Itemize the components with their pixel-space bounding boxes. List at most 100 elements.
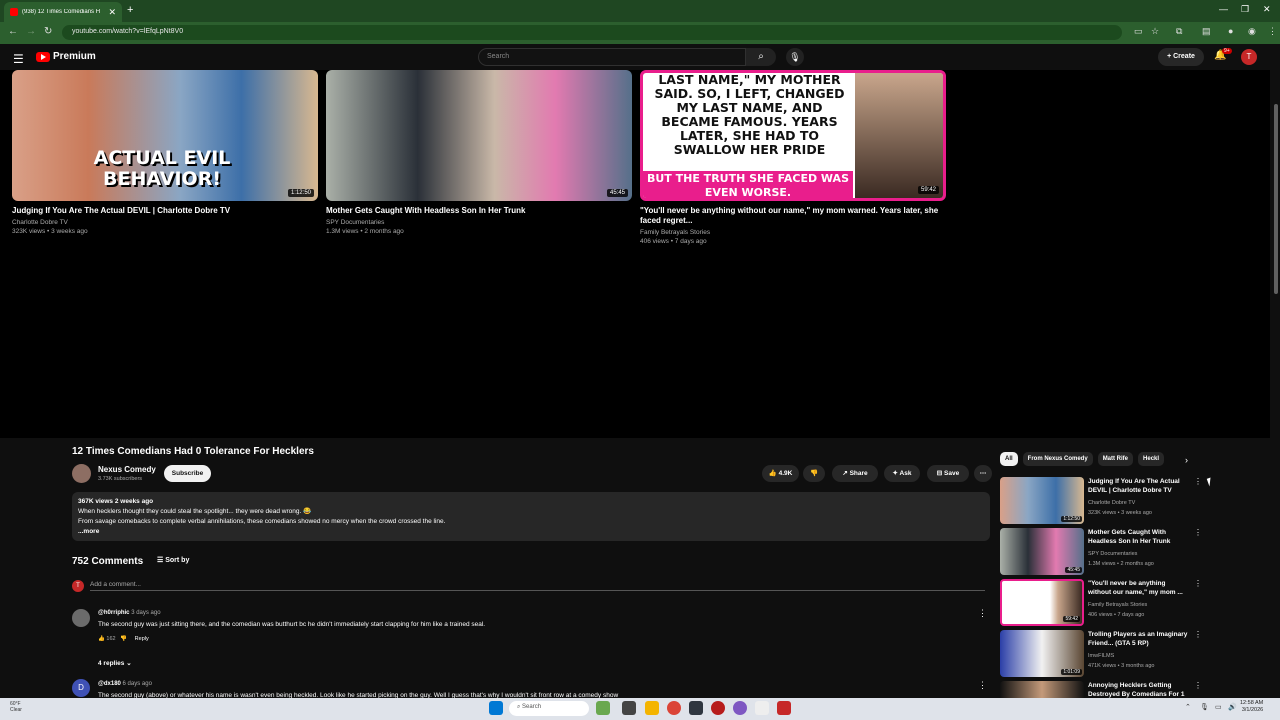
forward-icon[interactable]: → — [26, 26, 36, 37]
recommendation-menu-icon[interactable]: ⋮ — [1194, 681, 1200, 690]
commenter-avatar[interactable] — [72, 609, 90, 627]
account-avatar[interactable]: T — [1241, 49, 1257, 65]
channel-name[interactable]: Nexus Comedy — [98, 465, 156, 474]
weather-widget[interactable]: 60°F Clear — [10, 701, 22, 713]
more-actions-button[interactable]: ⋯ — [974, 465, 992, 482]
create-button[interactable]: + Create — [1158, 48, 1204, 66]
app-icon[interactable] — [689, 701, 703, 715]
taskbar-clock[interactable]: 12:58 AM 3/1/2026 — [1240, 700, 1263, 714]
profile-avatar-icon[interactable]: ◉ — [1248, 26, 1256, 37]
search-input[interactable]: Search — [478, 48, 746, 66]
windows-start-icon[interactable] — [489, 701, 503, 715]
endscreen-channel[interactable]: Family Betrayals Stories — [640, 228, 710, 237]
recommendation-thumbnail[interactable] — [1000, 681, 1084, 698]
commenter-avatar[interactable]: D — [72, 679, 90, 697]
browser-menu-icon[interactable]: ⋮ — [1268, 26, 1277, 37]
recommendation-channel[interactable]: Family Betrayals Stories — [1088, 600, 1188, 610]
add-comment-input[interactable]: Add a comment... — [90, 581, 985, 591]
reload-icon[interactable]: ↻ — [44, 26, 52, 37]
chrome-icon[interactable] — [667, 701, 681, 715]
endscreen-channel[interactable]: SPY Documentaries — [326, 218, 384, 227]
app-icon[interactable] — [711, 701, 725, 715]
task-view-icon[interactable] — [622, 701, 636, 715]
browser-tab[interactable]: (938) 12 Times Comedians H ✕ — [4, 2, 122, 22]
back-icon[interactable]: ← — [8, 26, 18, 37]
recommendation-title[interactable]: "You'll never be anything without our na… — [1088, 579, 1188, 597]
recommendation-channel[interactable]: SPY Documentaries — [1088, 549, 1188, 559]
close-window-button[interactable]: ✕ — [1263, 4, 1271, 15]
share-button[interactable]: ↗ Share — [832, 465, 878, 482]
maximize-button[interactable]: ❐ — [1241, 4, 1249, 15]
comment-reply-button[interactable]: Reply — [135, 636, 149, 642]
volume-icon[interactable]: 🔊 — [1228, 703, 1237, 711]
tray-chevron-icon[interactable]: ⌃ — [1185, 703, 1191, 711]
like-button[interactable]: 👍 4.9K — [762, 465, 799, 482]
file-explorer-icon[interactable] — [645, 701, 659, 715]
bookmark-star-icon[interactable]: ☆ — [1151, 26, 1159, 37]
recommendation-title[interactable]: Trolling Players as an Imaginary Friend.… — [1088, 630, 1188, 648]
description-box[interactable]: 367K views 2 weeks ago When hecklers tho… — [72, 492, 990, 541]
endscreen-channel[interactable]: Charlotte Dobre TV — [12, 218, 68, 227]
profile-icon[interactable]: ● — [1228, 26, 1233, 36]
recommendation-channel[interactable]: Charlotte Dobre TV — [1088, 498, 1188, 508]
chip-from-channel[interactable]: From Nexus Comedy — [1022, 452, 1093, 466]
chip-all[interactable]: All — [1000, 452, 1018, 466]
recommendation-title[interactable]: Mother Gets Caught With Headless Son In … — [1088, 528, 1188, 546]
comment-author[interactable]: @dx180 6 days ago — [98, 681, 152, 687]
recommendation-thumbnail[interactable]: 45:45 — [1000, 528, 1084, 575]
recommendation-item[interactable]: Annoying Hecklers Getting Destroyed By C… — [1000, 681, 1200, 698]
recommendation-channel[interactable]: ImwFILMS — [1088, 651, 1188, 661]
dislike-button[interactable]: 👎 — [803, 465, 825, 482]
recommendation-menu-icon[interactable]: ⋮ — [1194, 630, 1202, 639]
recommendation-thumbnail[interactable]: 1:01:09 — [1000, 630, 1084, 677]
recommendation-thumbnail[interactable]: 1:12:50 — [1000, 477, 1084, 524]
address-bar[interactable]: youtube.com/watch?v=lEfqLpNt8V0 — [62, 25, 1122, 40]
comment-author[interactable]: @h0rriphic 3 days ago — [98, 610, 161, 616]
recommendation-item[interactable]: 1:12:50 Judging If You Are The Actual DE… — [1000, 477, 1202, 525]
recommendation-menu-icon[interactable]: ⋮ — [1194, 477, 1202, 486]
voice-search-button[interactable]: 🎙 — [786, 48, 804, 66]
cast-icon[interactable]: ▭ — [1134, 26, 1143, 37]
recommendation-item[interactable]: 1:01:09 Trolling Players as an Imaginary… — [1000, 630, 1202, 678]
recommendation-item[interactable]: 59:42 "You'll never be anything without … — [1000, 579, 1202, 627]
tab-close-icon[interactable]: ✕ — [108, 7, 116, 18]
app-icon[interactable] — [733, 701, 747, 715]
new-tab-button[interactable]: + — [127, 4, 133, 16]
mic-tray-icon[interactable]: 🎙 — [1200, 703, 1209, 711]
endscreen-title[interactable]: Mother Gets Caught With Headless Son In … — [326, 206, 632, 216]
comment-menu-icon[interactable]: ⋮ — [978, 608, 987, 619]
sidepanel-icon[interactable]: ▤ — [1202, 26, 1211, 37]
endscreen-title[interactable]: Judging If You Are The Actual DEVIL | Ch… — [12, 206, 318, 216]
network-icon[interactable]: ▭ — [1215, 703, 1222, 711]
chip-hecklers[interactable]: Heckl — [1138, 452, 1165, 466]
recommendation-thumbnail[interactable]: 59:42 — [1000, 579, 1084, 626]
menu-hamburger-icon[interactable]: ☰ — [13, 52, 24, 66]
recommendation-title[interactable]: Judging If You Are The Actual DEVIL | Ch… — [1088, 477, 1188, 495]
view-replies-button[interactable]: 4 replies ⌄ — [98, 659, 132, 667]
save-button[interactable]: ⊟ Save — [927, 465, 969, 482]
endscreen-thumbnail[interactable]: LAST NAME," MY MOTHER SAID. SO, I LEFT, … — [640, 70, 946, 201]
recommendation-menu-icon[interactable]: ⋮ — [1194, 579, 1202, 588]
youtube-logo[interactable]: Premium — [36, 51, 96, 62]
ask-button[interactable]: ✦ Ask — [884, 465, 920, 482]
search-button[interactable]: ⌕ — [746, 48, 776, 66]
extensions-icon[interactable]: ⧉ — [1176, 26, 1182, 37]
comment-like-icon[interactable]: 👍 — [98, 636, 105, 642]
taskbar-search[interactable]: ⌕ Search — [509, 701, 589, 716]
channel-avatar[interactable] — [72, 464, 91, 483]
app-icon[interactable] — [777, 701, 791, 715]
endscreen-thumbnail[interactable]: 45:45 — [326, 70, 632, 201]
chevron-right-icon[interactable]: › — [1185, 455, 1188, 465]
sort-by-button[interactable]: ☰ Sort by — [157, 556, 189, 564]
endscreen-thumbnail[interactable]: ACTUAL EVIL BEHAVIOR! 1:12:50 — [12, 70, 318, 201]
recommendation-item[interactable]: 45:45 Mother Gets Caught With Headless S… — [1000, 528, 1202, 576]
recommendation-title[interactable]: Annoying Hecklers Getting Destroyed By C… — [1088, 681, 1188, 698]
subscribe-button[interactable]: Subscribe — [164, 465, 211, 482]
minimize-button[interactable]: — — [1219, 4, 1228, 14]
description-more-link[interactable]: ...more — [78, 527, 984, 537]
app-icon[interactable] — [755, 701, 769, 715]
widgets-icon[interactable] — [596, 701, 610, 715]
endscreen-title[interactable]: "You'll never be anything without our na… — [640, 206, 946, 226]
comment-menu-icon[interactable]: ⋮ — [978, 680, 987, 691]
chip-matt-rife[interactable]: Matt Rife — [1097, 452, 1134, 466]
